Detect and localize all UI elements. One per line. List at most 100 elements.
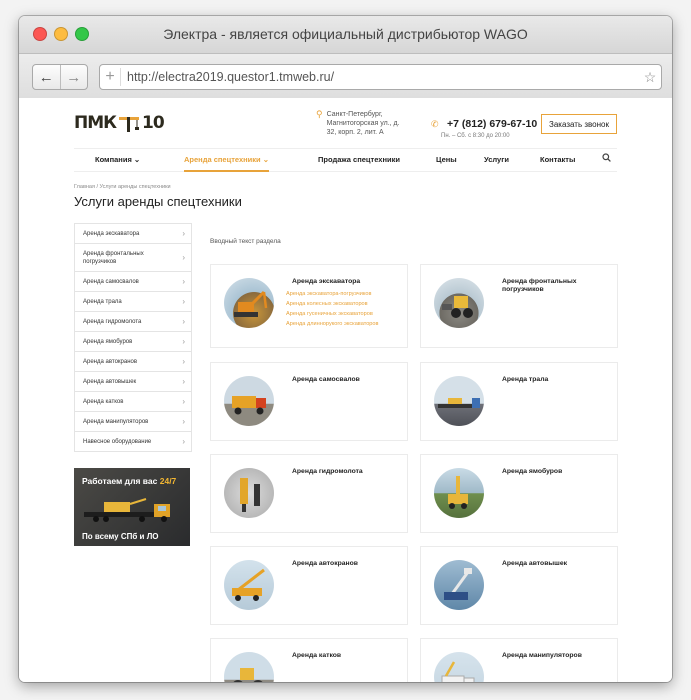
phone-number[interactable]: +7 (812) 679-67-10	[447, 118, 537, 130]
sublink-long-reach[interactable]: Аренда длиннорукого экскаваторов	[286, 319, 379, 329]
phone-icon: ✆	[431, 119, 439, 129]
breadcrumb-separator: /	[96, 184, 98, 190]
card-title[interactable]: Аренда автокранов	[292, 560, 397, 568]
card-title[interactable]: Аренда катков	[292, 652, 397, 660]
main-navigation: Компания ⌄ Аренда спецтехники ⌄ Продажа …	[74, 148, 617, 172]
card-title[interactable]: Аренда экскаватора	[292, 278, 397, 286]
breadcrumb: Главная / Услуги аренды спецтехники	[74, 184, 171, 190]
sidebar-item-attachments[interactable]: Навесное оборудование ›	[75, 432, 191, 451]
browser-window: Электра - является официальный дистрибью…	[19, 16, 672, 682]
truck-illustration-icon	[84, 498, 170, 522]
manipulator-photo	[434, 652, 484, 682]
back-button[interactable]: ←	[33, 65, 60, 89]
front-loader-icon	[442, 296, 473, 318]
pit-drill-photo	[434, 468, 484, 518]
promo-subline: По всему СПб и ЛО	[82, 532, 159, 541]
service-card-pit-drills[interactable]: Аренда ямобуров	[420, 454, 618, 533]
card-title[interactable]: Аренда ямобуров	[502, 468, 607, 476]
star-icon[interactable]: ☆	[639, 69, 661, 86]
chevron-right-icon: ›	[182, 377, 185, 386]
service-card-trawl[interactable]: Аренда трала	[420, 362, 618, 441]
chevron-down-icon: ⌄	[262, 155, 270, 164]
service-card-rollers[interactable]: Аренда катков	[210, 638, 408, 682]
service-card-dump-trucks[interactable]: Аренда самосвалов	[210, 362, 408, 441]
excavator-icon	[234, 290, 268, 317]
chevron-right-icon: ›	[182, 317, 185, 326]
promo-banner[interactable]: Работаем для вас 24/7 По всему СПб и ЛО	[74, 468, 190, 546]
sidebar-item-loaders[interactable]: Аренда фронтальных погрузчиков ›	[75, 244, 191, 272]
sidebar-item-trawl[interactable]: Аренда трала ›	[75, 292, 191, 312]
hydrohammer-photo	[224, 468, 274, 518]
history-buttons: ← →	[32, 64, 88, 90]
sidebar-item-manipulators[interactable]: Аренда манипуляторов ›	[75, 412, 191, 432]
chevron-right-icon: ›	[182, 357, 185, 366]
sidebar-item-pit-drills[interactable]: Аренда ямобуров ›	[75, 332, 191, 352]
order-call-button[interactable]: Заказать звонок	[541, 114, 617, 134]
card-title[interactable]: Аренда манипуляторов	[502, 652, 607, 660]
card-title[interactable]: Аренда автовышек	[502, 560, 607, 568]
title-bar: Электра - является официальный дистрибью…	[19, 16, 672, 54]
card-title[interactable]: Аренда фронтальных погрузчиков	[502, 278, 607, 294]
url-text[interactable]: http://electra2019.questor1.tmweb.ru/	[121, 70, 639, 84]
card-title[interactable]: Аренда гидромолота	[292, 468, 397, 476]
service-card-hydrohammer[interactable]: Аренда гидромолота	[210, 454, 408, 533]
chevron-right-icon: ›	[182, 297, 185, 306]
nav-item-prices[interactable]: Цены	[436, 155, 457, 164]
trawl-truck-icon	[438, 398, 480, 408]
new-tab-icon[interactable]: +	[100, 68, 121, 86]
card-sublinks: Аренда экскаватора-погрузчиков Аренда ко…	[286, 289, 379, 329]
truck-crane-icon	[232, 568, 265, 601]
logo-text-left: ПМК	[74, 113, 117, 133]
chevron-right-icon: ›	[182, 437, 185, 446]
loader-photo	[434, 278, 484, 328]
address-block: ⚲ Санкт-Петербург, Магнитогорская ул., д…	[316, 110, 406, 137]
breadcrumb-home[interactable]: Главная	[74, 184, 95, 190]
service-card-loaders[interactable]: Аренда фронтальных погрузчиков	[420, 264, 618, 348]
crane-logo-icon	[119, 117, 140, 132]
service-card-truck-cranes[interactable]: Аренда автокранов	[210, 546, 408, 625]
chevron-right-icon: ›	[182, 229, 185, 238]
chevron-right-icon: ›	[182, 277, 185, 286]
card-title[interactable]: Аренда самосвалов	[292, 376, 397, 384]
chevron-right-icon: ›	[182, 253, 185, 262]
service-card-manipulators[interactable]: Аренда манипуляторов	[420, 638, 618, 682]
card-title[interactable]: Аренда трала	[502, 376, 607, 384]
roller-photo	[224, 652, 274, 682]
service-card-aerial-platforms[interactable]: Аренда автовышек	[420, 546, 618, 625]
chevron-right-icon: ›	[182, 397, 185, 406]
address-bar[interactable]: + http://electra2019.questor1.tmweb.ru/ …	[99, 64, 662, 90]
trawl-photo	[434, 376, 484, 426]
nav-item-sales[interactable]: Продажа спецтехники	[318, 155, 400, 164]
sublink-wheeled[interactable]: Аренда колесных экскаваторов	[286, 299, 379, 309]
arrow-left-icon: ←	[38, 68, 54, 86]
sidebar-item-aerial-platforms[interactable]: Аренда автовышек ›	[75, 372, 191, 392]
work-hours: Пн. – Сб. с 8:30 до 20:00	[441, 133, 510, 139]
search-icon[interactable]	[602, 153, 611, 162]
sidebar-item-hydrohammer[interactable]: Аренда гидромолота ›	[75, 312, 191, 332]
dump-truck-icon	[232, 396, 266, 415]
sublink-backhoe[interactable]: Аренда экскаватора-погрузчиков	[286, 289, 379, 299]
location-pin-icon: ⚲	[316, 109, 323, 119]
sidebar-item-excavator[interactable]: Аренда экскаватора ›	[75, 224, 191, 244]
nav-item-rental[interactable]: Аренда спецтехники ⌄	[184, 155, 270, 172]
sidebar-item-rollers[interactable]: Аренда катков ›	[75, 392, 191, 412]
nav-item-company[interactable]: Компания ⌄	[95, 155, 140, 164]
dump-truck-photo	[224, 376, 274, 426]
aerial-platform-photo	[434, 560, 484, 610]
chevron-right-icon: ›	[182, 337, 185, 346]
service-card-excavator[interactable]: Аренда экскаватора Аренда экскаватора-по…	[210, 264, 408, 348]
site-logo[interactable]: ПМК 10	[74, 113, 165, 133]
sidebar-item-dump-trucks[interactable]: Аренда самосвалов ›	[75, 272, 191, 292]
promo-headline: Работаем для вас 24/7	[82, 476, 177, 486]
forward-button[interactable]: →	[59, 65, 88, 89]
window-title: Электра - является официальный дистрибью…	[163, 26, 528, 42]
sublink-crawler[interactable]: Аренда гусеничных экскаваторов	[286, 309, 379, 319]
intro-text: Вводный текст раздела	[210, 238, 281, 245]
phone-block: ✆ +7 (812) 679-67-10 Пн. – Сб. с 8:30 до…	[431, 114, 537, 139]
category-sidebar: Аренда экскаватора › Аренда фронтальных п…	[74, 223, 192, 452]
nav-item-services[interactable]: Услуги	[484, 155, 509, 164]
sidebar-item-truck-cranes[interactable]: Аренда автокранов ›	[75, 352, 191, 372]
nav-item-contacts[interactable]: Контакты	[540, 155, 575, 164]
pit-drill-icon	[448, 476, 468, 509]
web-page: ПМК 10 ⚲ Санкт-Петербург, Магнитогорская…	[19, 98, 672, 682]
